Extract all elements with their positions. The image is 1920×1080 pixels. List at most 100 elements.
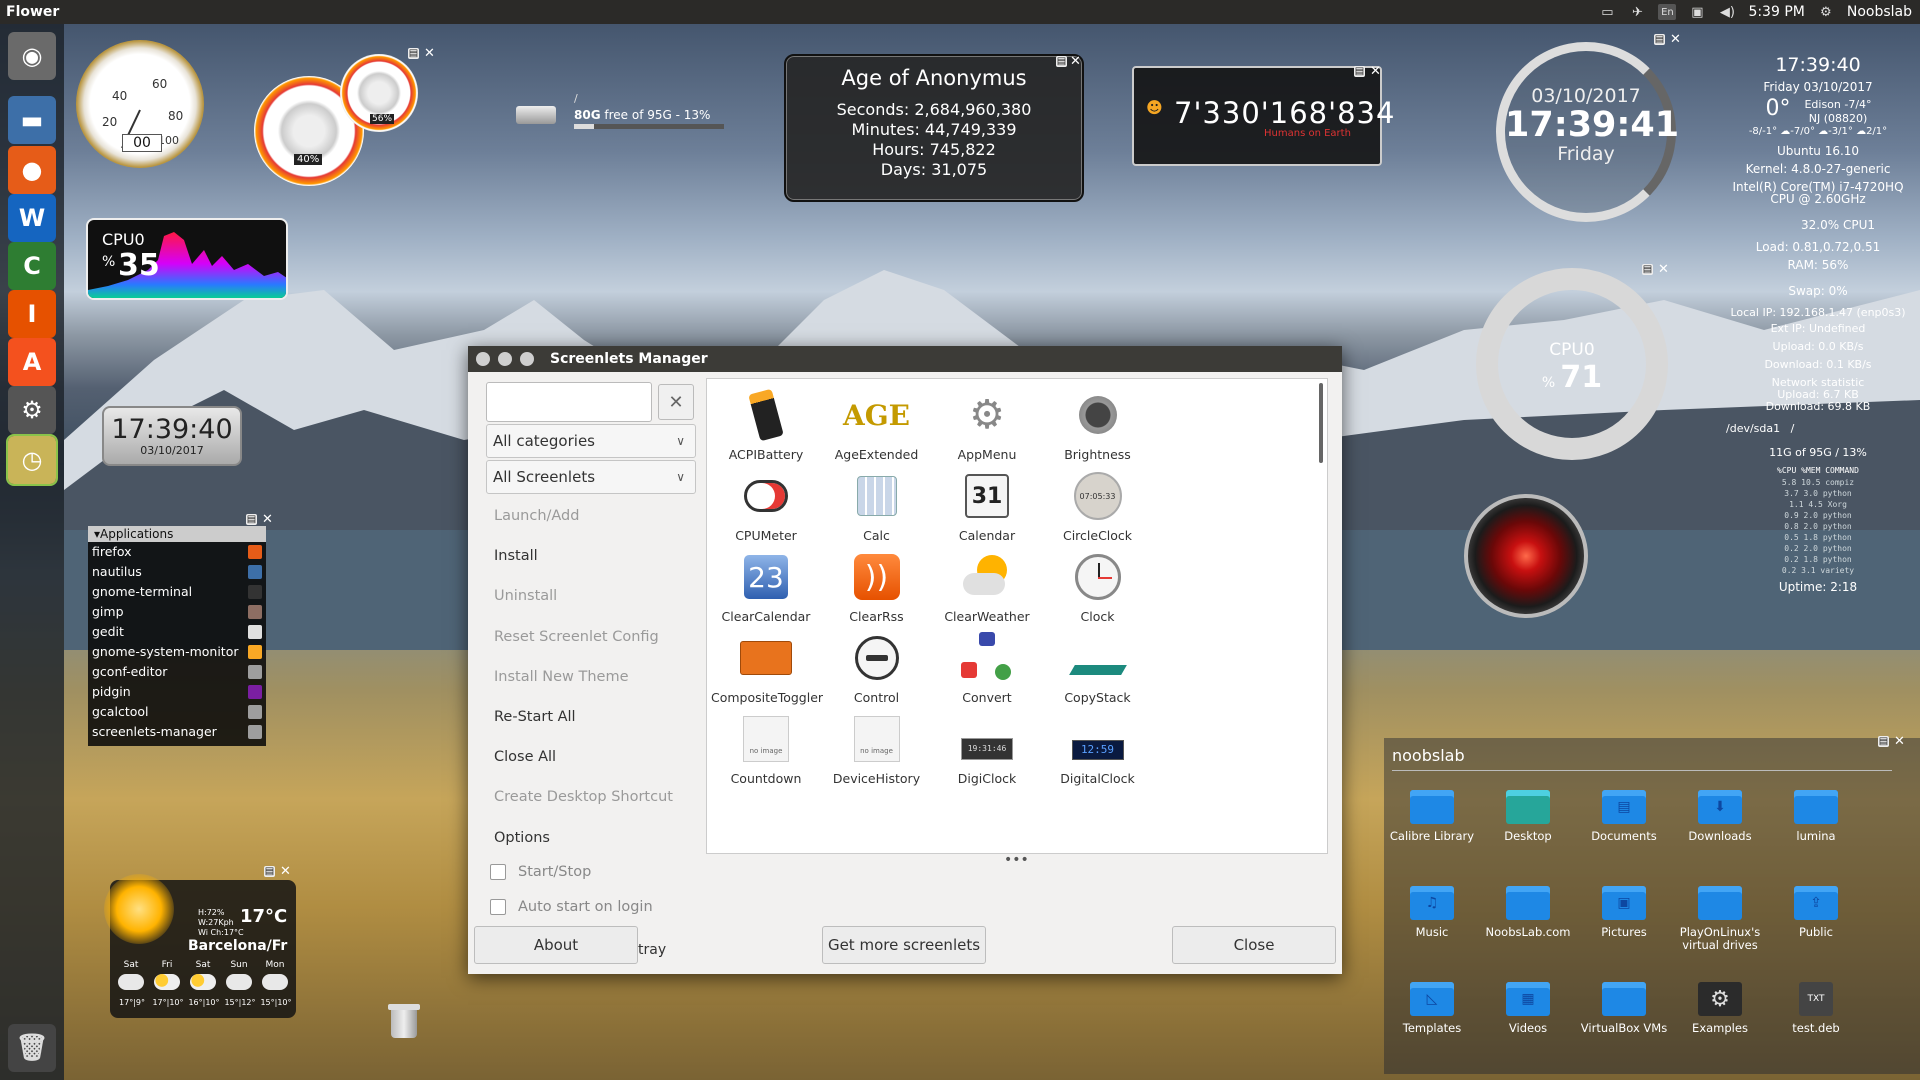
digital-clock-widget[interactable]: 17:39:40 03/10/2017 [102, 406, 242, 466]
folder-desktop[interactable]: Desktop [1480, 786, 1576, 876]
widget-settings-icon[interactable]: ▤ [264, 866, 275, 877]
widget-close-icon[interactable]: ✕ [262, 513, 273, 526]
drive-icon[interactable]: ▭ [1598, 5, 1616, 20]
re-start-all-action[interactable]: Re-Start All [494, 709, 576, 725]
widget-settings-icon[interactable]: ▤ [408, 48, 419, 59]
start-stop-checkbox[interactable]: Start/Stop [490, 864, 591, 880]
folder-music[interactable]: ♫ Music [1384, 882, 1480, 972]
screenlet-filter-select[interactable]: All Screenlets ∨ [486, 460, 696, 494]
gear-icon[interactable]: ⚙ [1817, 5, 1835, 20]
widget-close-icon[interactable]: ✕ [1670, 33, 1681, 46]
app-menu-item[interactable]: gimp [88, 602, 266, 622]
launcher-settings-icon[interactable]: ⚙ [8, 386, 56, 434]
uninstall-action[interactable]: Uninstall [494, 588, 557, 604]
app-menu-item[interactable]: nautilus [88, 562, 266, 582]
launcher-screenlets-icon[interactable]: ◷ [6, 434, 58, 486]
create-desktop-shortcut-action[interactable]: Create Desktop Shortcut [494, 789, 673, 805]
widget-settings-icon[interactable]: ▤ [1056, 56, 1067, 67]
keyboard-layout-indicator[interactable]: En [1658, 4, 1677, 20]
folder-virtualbox-vms[interactable]: VirtualBox VMs [1576, 978, 1672, 1068]
app-menu-item[interactable]: firefox [88, 542, 266, 562]
app-menu-item[interactable]: screenlets-manager [88, 722, 266, 742]
app-menu-item[interactable]: pidgin [88, 682, 266, 702]
big-speed-gauge[interactable]: 40 60 20 80 100 00 [76, 40, 204, 168]
launcher-calc-icon[interactable]: C [8, 242, 56, 290]
launcher-firefox-icon[interactable]: ● [8, 146, 56, 194]
widget-close-icon[interactable]: ✕ [1370, 65, 1381, 78]
widget-close-icon[interactable]: ✕ [1658, 263, 1669, 276]
launcher-writer-icon[interactable]: W [8, 194, 56, 242]
get-more-screenlets-button[interactable]: Get more screenlets [822, 926, 986, 964]
checkbox-box[interactable] [490, 864, 506, 880]
folder-videos[interactable]: ▦ Videos [1480, 978, 1576, 1068]
launcher-dash-icon[interactable]: ◉ [8, 32, 56, 80]
grid-scrollbar[interactable] [1319, 383, 1323, 463]
cpu-gauge-widget[interactable]: 40% 56% ▤ ✕ [254, 47, 435, 186]
close-button[interactable]: Close [1172, 926, 1336, 964]
app-menu-item[interactable]: gnome-terminal [88, 582, 266, 602]
folder-documents[interactable]: ▤ Documents [1576, 786, 1672, 876]
hal-eye-widget[interactable] [1464, 494, 1588, 618]
widget-settings-icon[interactable]: ▤ [1642, 264, 1653, 275]
launcher-files-icon[interactable]: ▬ [8, 96, 56, 144]
install-new-theme-action[interactable]: Install New Theme [494, 669, 629, 685]
folder-pictures[interactable]: ▣ Pictures [1576, 882, 1672, 972]
clock-indicator[interactable]: 5:39 PM [1748, 4, 1804, 20]
auto-start-on-login-checkbox[interactable]: Auto start on login [490, 899, 653, 915]
folder-downloads[interactable]: ⬇ Downloads [1672, 786, 1768, 876]
window-close-button[interactable] [476, 352, 490, 366]
about-button[interactable]: About [474, 926, 638, 964]
widget-settings-icon[interactable]: ▤ [1878, 736, 1889, 747]
folder-calibre-library[interactable]: Calibre Library [1384, 786, 1480, 876]
folder-test-deb[interactable]: TXT test.deb [1768, 978, 1864, 1068]
widget-close-icon[interactable]: ✕ [424, 47, 435, 60]
network-icon[interactable]: ✈ [1628, 5, 1646, 20]
folder-noobslab-com[interactable]: NoobsLab.com [1480, 882, 1576, 972]
age-of-anonymus-widget[interactable]: Age of Anonymus Seconds: 2,684,960,380 M… [784, 54, 1084, 202]
widget-settings-icon[interactable]: ▤ [246, 514, 257, 525]
screenlet-tile-digiclock[interactable]: 19:31:46 DigiClock [932, 705, 1042, 805]
applications-menu-widget[interactable]: ▾Applications firefox nautilus gnome-termi… [88, 526, 266, 746]
clear-search-button[interactable]: ✕ [658, 384, 694, 420]
app-menu-item[interactable]: gnome-system-monitor [88, 642, 266, 662]
search-input[interactable] [486, 382, 652, 422]
category-select[interactable]: All categories ∨ [486, 424, 696, 458]
app-menu-item[interactable]: gconf-editor [88, 662, 266, 682]
disk-usage-widget[interactable]: / 80G free of 95G - 13% [510, 86, 736, 134]
folder-playonlinux-s-virtual-drives[interactable]: PlayOnLinux's virtual drives [1672, 882, 1768, 972]
reset-screenlet-config-action[interactable]: Reset Screenlet Config [494, 629, 659, 645]
app-menu-item[interactable]: gcalctool [88, 702, 266, 722]
launch-add-action[interactable]: Launch/Add [494, 508, 579, 524]
widget-close-icon[interactable]: ✕ [1070, 55, 1081, 68]
widget-close-icon[interactable]: ✕ [280, 865, 291, 878]
humans-on-earth-widget[interactable]: ☻ 7'330'168'834 Humans on Earth ▤ ✕ [1132, 65, 1394, 166]
launcher-impress-icon[interactable]: I [8, 290, 56, 338]
cpu-graph-widget[interactable]: CPU0 % 35 [86, 218, 288, 300]
options-action[interactable]: Options [494, 830, 550, 846]
close-all-action[interactable]: Close All [494, 749, 556, 765]
folder-examples[interactable]: ⚙ Examples [1672, 978, 1768, 1068]
screenlet-tile-countdown[interactable]: no image Countdown [711, 705, 821, 805]
window-minimize-button[interactable] [498, 352, 512, 366]
desktop-trash-icon[interactable] [386, 1000, 422, 1040]
widget-settings-icon[interactable]: ▤ [1354, 66, 1365, 77]
folder-lumina[interactable]: lumina [1768, 786, 1864, 876]
window-maximize-button[interactable] [520, 352, 534, 366]
screenlet-tile-digitalclock[interactable]: 12:59 DigitalClock [1043, 705, 1153, 805]
folder-public[interactable]: ⇪ Public [1768, 882, 1864, 972]
weather-widget[interactable]: H:72% W:27Kph Wi Ch:17°C 17°C Barcelona/… [104, 874, 296, 1018]
battery-icon[interactable]: ▣ [1688, 5, 1706, 20]
applications-header[interactable]: ▾Applications [88, 526, 266, 542]
screenlet-tile-devicehistory[interactable]: no image DeviceHistory [822, 705, 932, 805]
folder-templates[interactable]: ◺ Templates [1384, 978, 1480, 1068]
round-clock-widget[interactable]: 03/10/2017 17:39:41 Friday [1496, 42, 1679, 222]
app-menu-item[interactable]: gedit [88, 622, 266, 642]
launcher-software-icon[interactable]: A [8, 338, 56, 386]
launcher-trash-icon[interactable]: 🗑 [8, 1024, 56, 1072]
volume-icon[interactable]: ◀) [1718, 5, 1736, 20]
cpu-ring-widget[interactable]: CPU0 % 71 [1476, 268, 1668, 460]
checkbox-box[interactable] [490, 899, 506, 915]
user-menu[interactable]: Noobslab [1847, 4, 1912, 20]
window-titlebar[interactable]: Screenlets Manager [468, 346, 1342, 372]
widget-close-icon[interactable]: ✕ [1894, 735, 1905, 748]
